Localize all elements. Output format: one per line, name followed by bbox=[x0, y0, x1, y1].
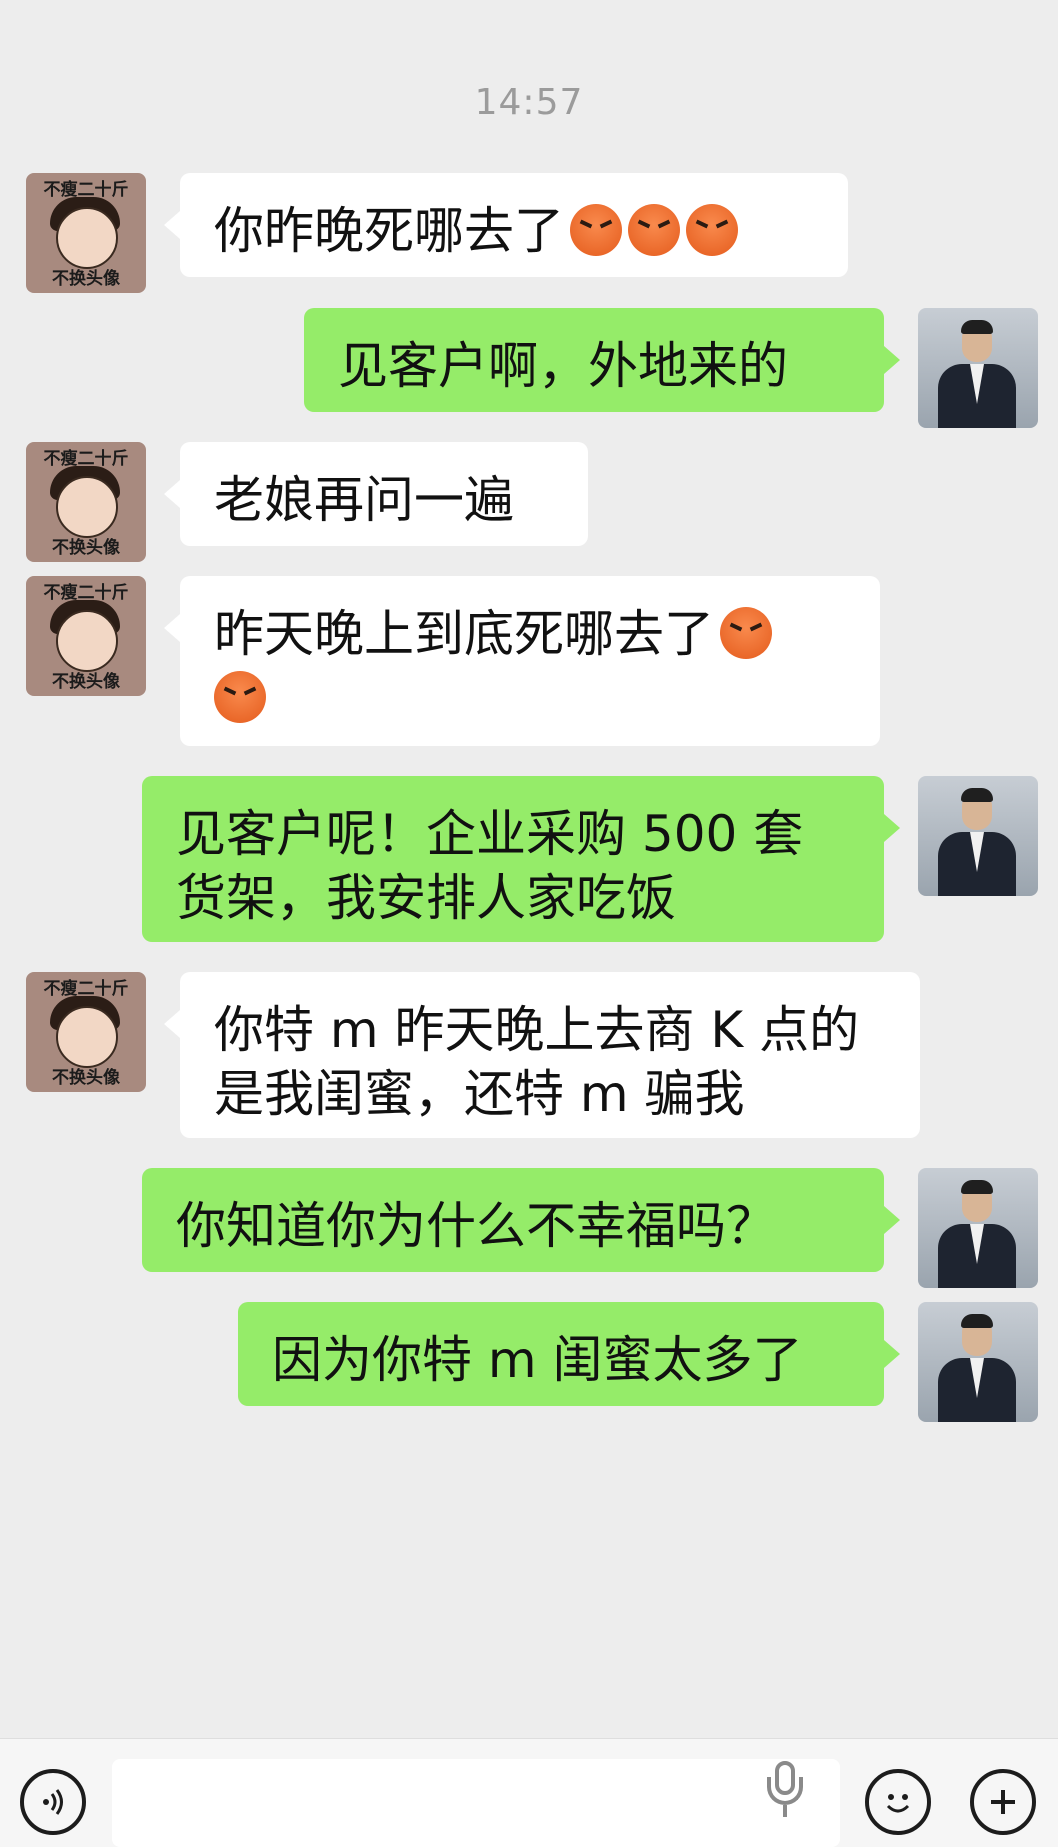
message-bubble[interactable]: 见客户啊，外地来的 bbox=[304, 308, 900, 412]
avatar-hair bbox=[961, 1314, 993, 1328]
message-text: 因为你特 m 闺蜜太多了 bbox=[272, 1331, 803, 1389]
my-avatar[interactable] bbox=[918, 776, 1038, 896]
my-avatar[interactable] bbox=[918, 308, 1038, 428]
message-text: 你昨晚死哪去了 bbox=[214, 202, 564, 260]
avatar-caption-bottom: 不换头像 bbox=[52, 269, 120, 289]
message-bubble[interactable]: 你昨晚死哪去了 bbox=[164, 173, 848, 277]
angry-emoji-icon bbox=[628, 204, 680, 256]
message-text: 你知道你为什么不幸福吗？ bbox=[176, 1197, 776, 1255]
angry-emoji-icon bbox=[720, 607, 772, 659]
message-text: 昨天晚上到底死哪去了 bbox=[214, 605, 714, 663]
plus-icon[interactable] bbox=[970, 1769, 1036, 1835]
angry-emoji-icon bbox=[686, 204, 738, 256]
avatar-face bbox=[56, 476, 118, 538]
message-text: 见客户啊，外地来的 bbox=[338, 337, 788, 395]
avatar-face bbox=[56, 610, 118, 672]
avatar-caption-bottom: 不换头像 bbox=[52, 538, 120, 558]
my-avatar[interactable] bbox=[918, 1302, 1038, 1422]
mic-icon[interactable] bbox=[763, 1761, 807, 1821]
message-bubble[interactable]: 老娘再问一遍 bbox=[164, 442, 588, 546]
chat-timestamp: 14:57 bbox=[474, 82, 584, 123]
avatar-caption-bottom: 不换头像 bbox=[52, 672, 120, 692]
angry-emoji-icon bbox=[570, 204, 622, 256]
avatar-hair bbox=[961, 320, 993, 334]
message-bubble[interactable]: 见客户呢！企业采购 500 套 货架，我安排人家吃饭 bbox=[142, 776, 900, 942]
message-text: 货架，我安排人家吃饭 bbox=[176, 869, 676, 927]
avatar-hair bbox=[961, 788, 993, 802]
message-text: 老娘再问一遍 bbox=[214, 471, 514, 529]
message-input[interactable] bbox=[112, 1759, 840, 1847]
avatar-hair bbox=[961, 1180, 993, 1194]
avatar-face bbox=[56, 1006, 118, 1068]
contact-avatar[interactable]: 不瘦二十斤 不换头像 bbox=[26, 442, 146, 562]
message-bubble[interactable]: 你知道你为什么不幸福吗？ bbox=[142, 1168, 900, 1272]
message-text: 是我闺蜜，还特 m 骗我 bbox=[214, 1065, 745, 1123]
angry-emoji-icon bbox=[214, 671, 266, 723]
my-avatar[interactable] bbox=[918, 1168, 1038, 1288]
contact-avatar[interactable]: 不瘦二十斤 不换头像 bbox=[26, 173, 146, 293]
message-text: 见客户呢！企业采购 500 套 bbox=[176, 805, 804, 863]
message-text: 你特 m 昨天晚上去商 K 点的 bbox=[214, 1001, 860, 1059]
message-bubble[interactable]: 因为你特 m 闺蜜太多了 bbox=[238, 1302, 900, 1406]
emoji-icon[interactable] bbox=[865, 1769, 931, 1835]
voice-icon[interactable] bbox=[20, 1769, 86, 1835]
contact-avatar[interactable]: 不瘦二十斤 不换头像 bbox=[26, 576, 146, 696]
avatar-face bbox=[56, 207, 118, 269]
contact-avatar[interactable]: 不瘦二十斤 不换头像 bbox=[26, 972, 146, 1092]
message-bubble[interactable]: 你特 m 昨天晚上去商 K 点的 是我闺蜜，还特 m 骗我 bbox=[164, 972, 920, 1138]
input-bar bbox=[0, 1738, 1058, 1847]
message-bubble[interactable]: 昨天晚上到底死哪去了 bbox=[164, 576, 880, 746]
avatar-caption-bottom: 不换头像 bbox=[52, 1068, 120, 1088]
